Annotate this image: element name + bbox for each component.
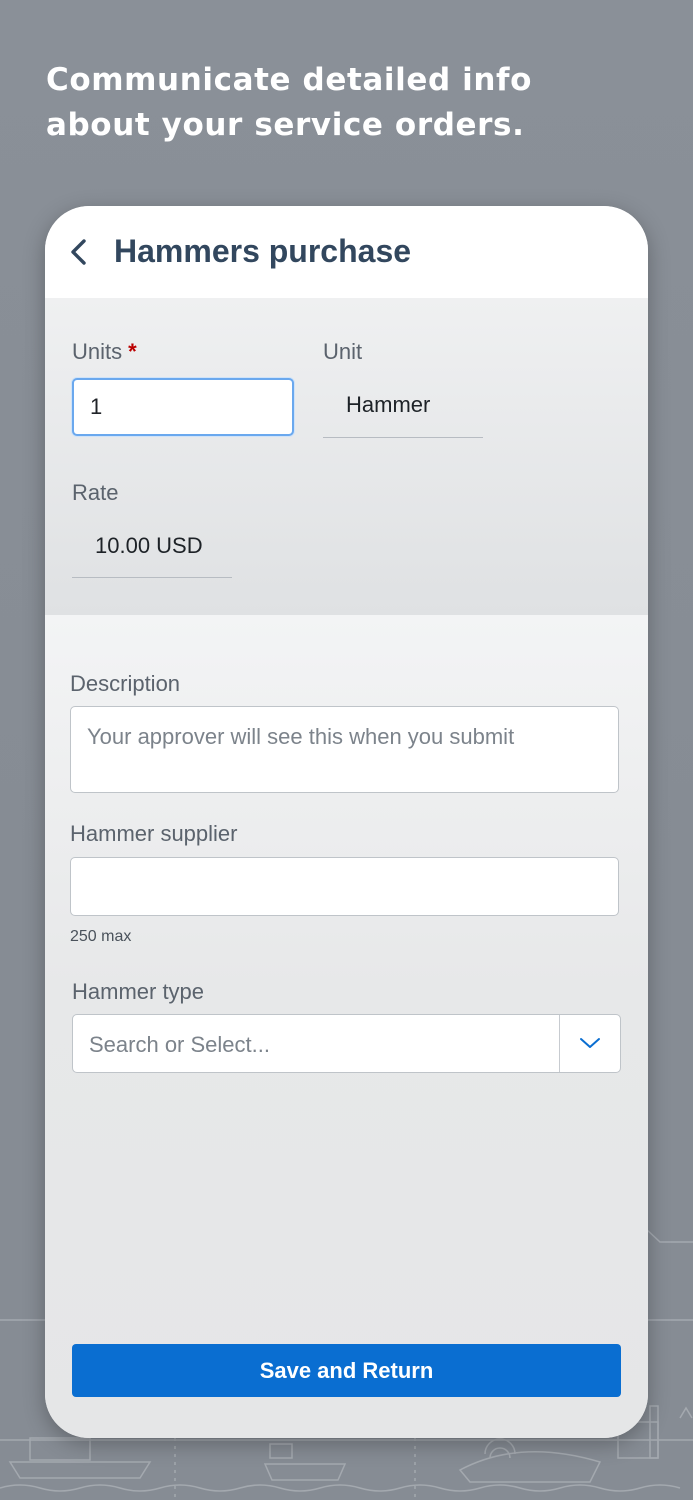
supplier-input[interactable] (70, 857, 619, 916)
rate-value: 10.00 USD (95, 533, 203, 558)
units-label-text: Units (72, 339, 123, 364)
navigation-bar: Hammers purchase (45, 206, 648, 298)
supplier-helper-text: 250 max (70, 928, 132, 945)
supplier-label: Hammer supplier (70, 821, 238, 846)
page-title: Hammers purchase (114, 233, 412, 269)
description-placeholder: Your approver will see this when you sub… (87, 724, 515, 749)
hammer-type-placeholder: Search or Select... (89, 1032, 270, 1057)
hammer-type-label: Hammer type (72, 979, 205, 1004)
phone-frame: Hammers purchase Units * 1 Unit Hammer Ra… (45, 206, 648, 1438)
dropdown-button[interactable] (560, 1015, 620, 1072)
chevron-down-icon (580, 1038, 600, 1048)
hammer-type-combobox[interactable]: Search or Select... (72, 1014, 621, 1073)
unit-value: Hammer (346, 392, 431, 417)
required-marker: * (128, 339, 137, 364)
unit-underline (323, 437, 483, 438)
description-label: Description (70, 671, 181, 696)
save-and-return-button[interactable]: Save and Return (72, 1344, 621, 1397)
units-input[interactable]: 1 (72, 378, 294, 436)
description-textarea[interactable]: Your approver will see this when you sub… (70, 706, 619, 793)
headline: Communicate detailed info about your ser… (46, 58, 646, 148)
headline-line-2: about your service orders. (46, 107, 525, 143)
chevron-left-icon[interactable] (67, 236, 91, 268)
rate-underline (72, 577, 232, 578)
units-label: Units * (72, 339, 137, 365)
rate-label: Rate (72, 480, 119, 505)
headline-line-1: Communicate detailed info (46, 62, 533, 98)
unit-label: Unit (323, 339, 363, 364)
